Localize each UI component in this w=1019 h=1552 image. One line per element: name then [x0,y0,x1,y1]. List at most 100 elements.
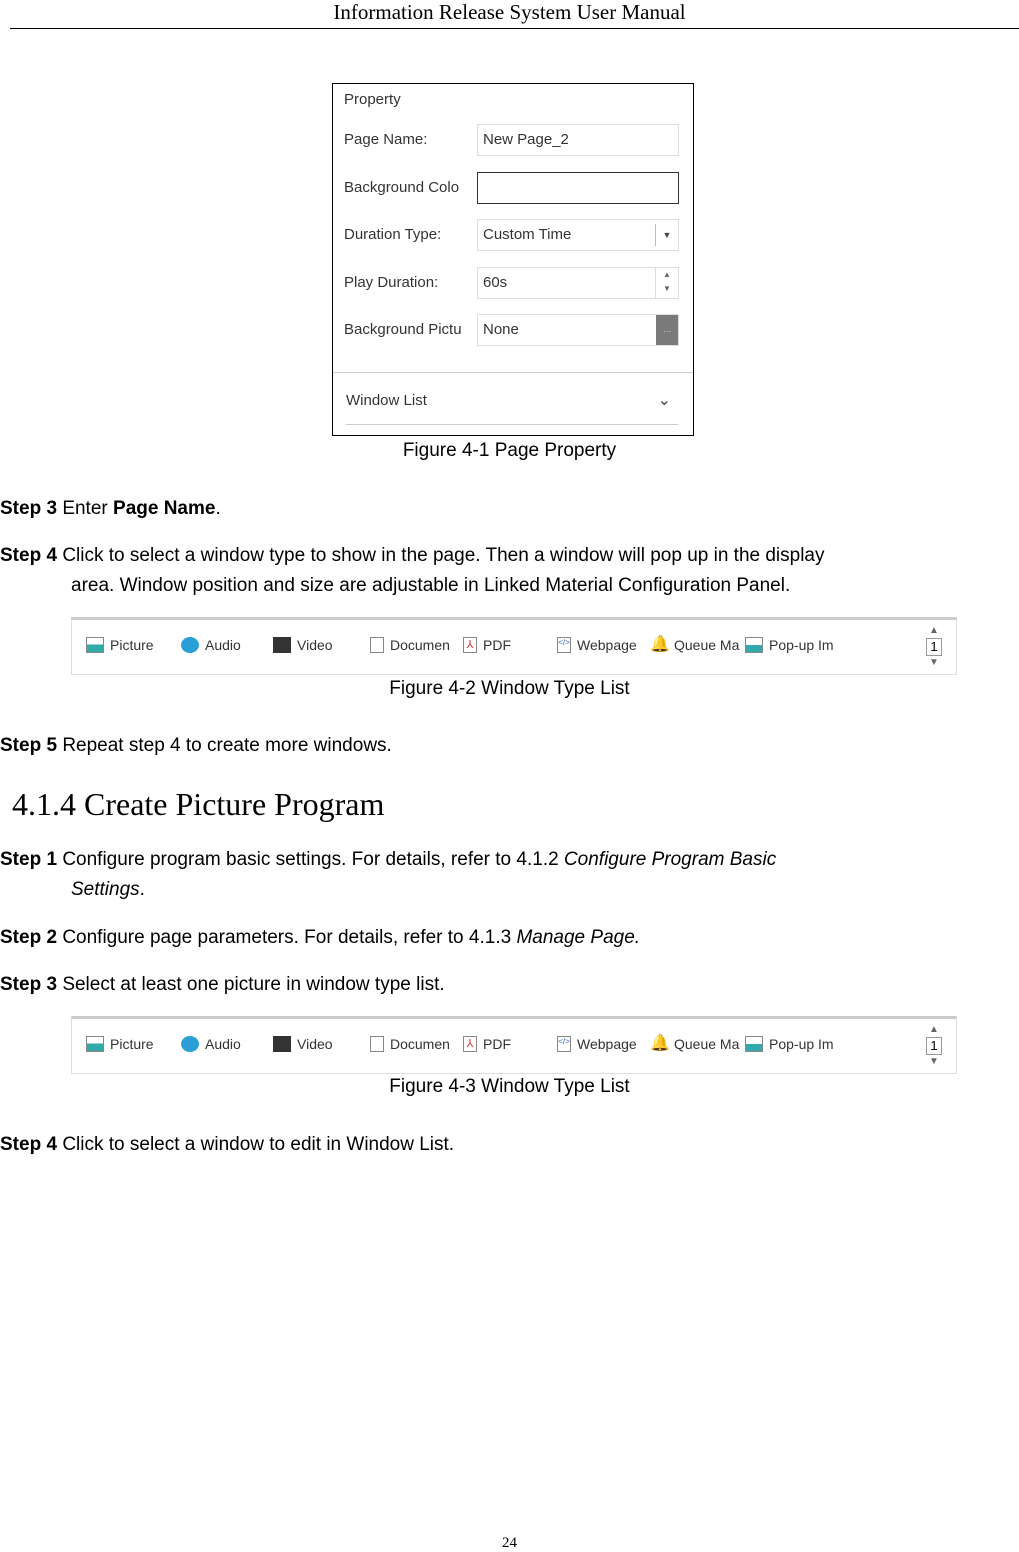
picture-icon [86,1036,104,1052]
background-color-row: Background Colo [344,172,684,204]
duration-type-value: Custom Time [483,226,572,243]
window-type-picture[interactable]: Picture [86,1036,154,1052]
window-type-label: Documen [390,637,450,653]
window-type-label: PDF [483,1036,511,1052]
page-property-panel: Property Page Name: New Page_2 Backgroun… [332,83,694,436]
page-pager: ▲ 1 ▼ [926,1023,942,1069]
panel-divider [333,372,693,373]
duration-type-select[interactable]: Custom Time ▼ [477,219,679,251]
window-type-audio[interactable]: Audio [181,637,241,653]
window-type-popup-image[interactable]: Pop-up Im [745,1036,834,1052]
pdf-icon: ⅄ [463,637,477,653]
step-text: . [215,498,221,519]
cross-reference: Manage Page. [516,927,641,948]
page-name-input[interactable]: New Page_2 [477,124,679,156]
window-type-queue[interactable]: 🔔 Queue Ma [650,636,740,654]
chevron-down-icon[interactable]: ⌄ [658,390,671,410]
page-down-icon[interactable]: ▼ [926,656,942,670]
document-icon [370,637,384,653]
figure-4-3-caption: Figure 4-3 Window Type List [389,1076,630,1097]
header-rule [10,28,1019,29]
window-type-label: Queue Ma [674,1036,740,1052]
page-name-row: Page Name: New Page_2 [344,124,684,156]
window-type-label: Audio [205,637,241,653]
step-4-select-window-type: Step 4 Click to select a window type to … [0,541,1005,601]
page-up-icon[interactable]: ▲ [926,1023,942,1037]
step-3-enter-page-name: Step 3 Enter Page Name. [0,494,1005,524]
window-type-video[interactable]: Video [273,1036,333,1052]
cross-reference: Configure Program Basic [563,849,777,870]
window-type-picture[interactable]: Picture [86,637,154,653]
background-color-input[interactable] [477,172,679,204]
document-icon [370,1036,384,1052]
window-type-label: Video [297,1036,333,1052]
step-text-continued: area. Window position and size are adjus… [71,575,791,596]
figure-4-1-caption: Figure 4-1 Page Property [402,440,617,461]
window-type-list-fig2: Picture Audio Video Documen ⅄ PDF </> Webp… [71,617,957,675]
step-number: Step 2 [0,927,58,948]
video-icon [273,1036,291,1052]
background-picture-row: Background Pictu None ... [344,314,684,346]
cross-reference: Settings [71,879,140,900]
step-text: Repeat step 4 to create more windows. [62,735,392,756]
window-type-webpage[interactable]: </> Webpage [557,1036,637,1052]
window-type-label: Picture [110,637,154,653]
window-type-document[interactable]: Documen [370,1036,450,1052]
window-type-label: Pop-up Im [769,637,834,653]
window-type-document[interactable]: Documen [370,637,450,653]
step-5-repeat: Step 5 Repeat step 4 to create more wind… [0,731,1005,761]
window-type-list-fig3: Picture Audio Video Documen ⅄ PDF </> Webp… [71,1016,957,1074]
document-header: Information Release System User Manual [333,0,686,24]
window-type-label: Documen [390,1036,450,1052]
play-duration-row: Play Duration: 60s ▲ ▼ [344,267,684,299]
step-text: Select at least one picture in window ty… [62,974,445,995]
page-number-box: 1 [926,638,942,656]
panel-title: Property [344,91,401,108]
background-picture-input[interactable]: None ... [477,314,679,346]
window-type-pdf[interactable]: ⅄ PDF [463,637,511,653]
window-type-label: Pop-up Im [769,1036,834,1052]
dropdown-arrow-icon[interactable]: ▼ [655,224,678,246]
page-up-icon[interactable]: ▲ [926,624,942,638]
window-list-divider [346,424,678,425]
window-type-popup-image[interactable]: Pop-up Im [745,637,834,653]
audio-icon [181,637,199,653]
step-4-select-window: Step 4 Click to select a window to edit … [0,1130,1005,1160]
window-type-video[interactable]: Video [273,637,333,653]
step-1-configure-basic: Step 1 Configure program basic settings.… [0,845,1005,905]
page-down-icon[interactable]: ▼ [926,1055,942,1069]
window-type-label: Video [297,637,333,653]
step-number: Step 3 [0,498,58,519]
window-type-label: Queue Ma [674,637,740,653]
spinner-arrows-icon[interactable]: ▲ ▼ [655,268,678,298]
pdf-icon: ⅄ [463,1036,477,1052]
step-text: Configure page parameters. For details, … [62,927,517,948]
play-duration-label: Play Duration: [344,274,439,291]
window-list-header[interactable]: Window List [346,392,427,409]
window-type-audio[interactable]: Audio [181,1036,241,1052]
window-type-pdf[interactable]: ⅄ PDF [463,1036,511,1052]
step-3-select-picture: Step 3 Select at least one picture in wi… [0,970,1005,1000]
window-type-label: Picture [110,1036,154,1052]
step-text: Click to select a window type to show in… [62,545,825,566]
page-pager: ▲ 1 ▼ [926,624,942,670]
play-duration-stepper[interactable]: 60s ▲ ▼ [477,267,679,299]
step-text: Enter [62,498,114,519]
step-number: Step 5 [0,735,58,756]
step-text: . [139,879,145,900]
audio-icon [181,1036,199,1052]
background-color-label: Background Colo [344,179,460,196]
window-type-label: Webpage [577,637,637,653]
window-type-label: Webpage [577,1036,637,1052]
window-type-queue[interactable]: 🔔 Queue Ma [650,1036,740,1053]
figure-4-2-caption: Figure 4-2 Window Type List [389,678,630,699]
bell-icon: 🔔 [650,636,670,653]
duration-type-row: Duration Type: Custom Time ▼ [344,219,684,251]
window-type-label: Audio [205,1036,241,1052]
webpage-icon: </> [557,1036,571,1052]
video-icon [273,637,291,653]
step-bold-term: Page Name [113,498,216,519]
browse-button[interactable]: ... [656,315,678,345]
window-type-webpage[interactable]: </> Webpage [557,637,637,653]
step-number: Step 1 [0,849,58,870]
